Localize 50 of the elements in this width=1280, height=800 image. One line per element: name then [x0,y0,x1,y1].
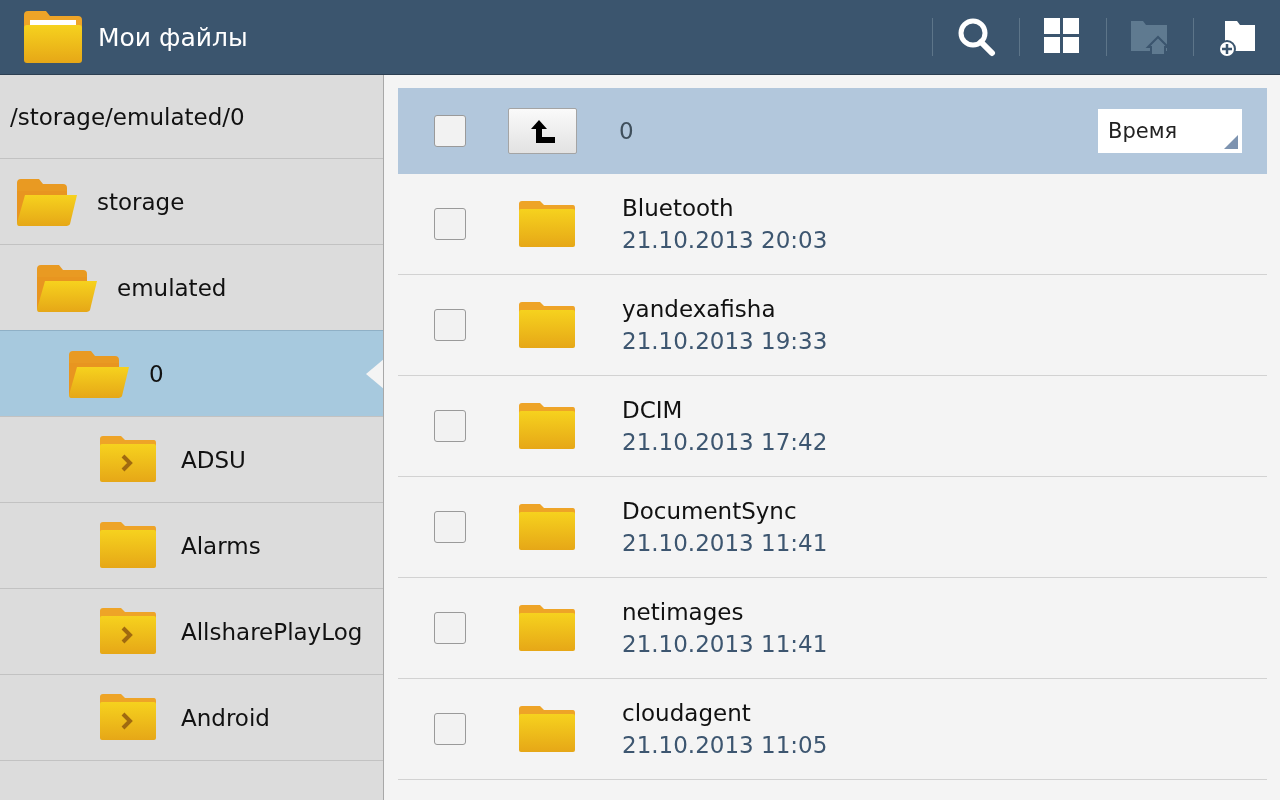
file-name: DocumentSync [622,498,798,524]
folder-icon [518,604,576,652]
app-title: Мои файлы [98,22,249,52]
file-date: 21.10.2013 11:41 [622,530,828,556]
open-folder-icon [67,348,131,399]
checkbox[interactable] [434,115,466,147]
open-folder-icon [35,262,99,313]
file-name: netimages [622,599,745,625]
checkbox[interactable] [434,410,466,442]
file-date: 21.10.2013 19:33 [622,328,828,354]
folder-icon [518,301,576,349]
folder-tree-item[interactable]: ADSU [0,417,383,503]
folder-tree-item[interactable]: Android [0,675,383,761]
folder-icon [518,503,576,551]
checkbox[interactable] [434,612,466,644]
current-path: /storage/emulated/0 [0,75,383,159]
folder-tree-item[interactable]: AllsharePlayLog [0,589,383,675]
folder-name: Android [181,704,270,731]
file-name: Bluetooth [622,195,735,221]
checkbox[interactable] [434,208,466,240]
sort-dropdown[interactable]: Время [1098,109,1242,153]
file-name: cloudagent [622,700,752,726]
folder-name: ADSU [181,446,246,473]
folder-name: AllsharePlayLog [181,618,363,645]
file-date: 21.10.2013 20:03 [622,227,828,253]
folder-icon [518,200,576,248]
folder-icon [518,402,576,450]
checkbox[interactable] [434,309,466,341]
selection-pointer [366,359,383,389]
folder-name: emulated [117,274,227,301]
folder-name: storage [97,188,185,215]
folder-tree-item[interactable]: Alarms [0,503,383,589]
folder-tree-item[interactable]: storage [0,159,383,245]
app-logo-folder-icon [22,9,84,65]
folder-name: 0 [149,360,164,387]
file-name: yandexafisha [622,296,777,322]
file-date: 21.10.2013 11:05 [622,732,828,758]
file-date: 21.10.2013 11:41 [622,631,828,657]
folder-icon [518,705,576,753]
folder-name: Alarms [181,532,261,559]
up-arrow-icon [528,118,557,144]
checkbox[interactable] [434,713,466,745]
file-name: DCIM [622,397,684,423]
open-folder-icon [15,176,79,227]
dropdown-corner-icon [1224,135,1238,149]
folder-tree-item[interactable]: 0 [0,330,383,417]
file-date: 21.10.2013 17:42 [622,429,828,455]
parent-folder-button[interactable] [508,108,577,154]
current-folder-name: 0 [619,118,635,144]
checkbox[interactable] [434,511,466,543]
